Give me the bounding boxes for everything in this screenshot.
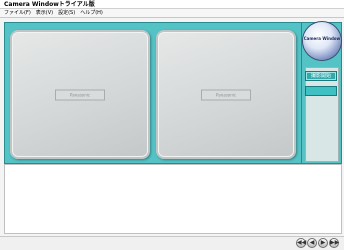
secondary-button[interactable] xyxy=(305,86,337,96)
menu-view[interactable]: 表示(V) xyxy=(36,9,53,17)
start-shooting-button[interactable]: 撮影開始 xyxy=(305,71,337,81)
thumbnail-area xyxy=(4,164,342,234)
panel-label-left: Panasonic xyxy=(55,89,105,100)
last-page-icon[interactable]: ▶▶ xyxy=(329,238,339,248)
menu-settings[interactable]: 設定(S) xyxy=(58,9,75,17)
window-title: Camera Windowトライアル版 xyxy=(0,0,344,9)
panel-label-right: Panasonic xyxy=(201,89,251,100)
camera-panel-right[interactable]: Panasonic xyxy=(156,30,296,159)
camera-workarea: Panasonic Panasonic xyxy=(4,22,302,164)
right-sidebar: Camera Window 撮影開始 xyxy=(302,22,342,164)
logo-text: Camera Window xyxy=(303,36,341,41)
camera-logo-icon: Camera Window xyxy=(303,22,341,60)
status-bar: ◀◀ ◀ ▶ ▶▶ xyxy=(0,236,344,250)
camera-panel-left[interactable]: Panasonic xyxy=(10,30,150,159)
menu-help[interactable]: ヘルプ(H) xyxy=(80,9,103,17)
next-page-icon[interactable]: ▶ xyxy=(318,238,328,248)
sidebar-lower-panel xyxy=(305,67,339,162)
menu-file[interactable]: ファイル(F) xyxy=(4,9,31,17)
first-page-icon[interactable]: ◀◀ xyxy=(296,238,306,248)
prev-page-icon[interactable]: ◀ xyxy=(307,238,317,248)
menu-bar: ファイル(F) 表示(V) 設定(S) ヘルプ(H) xyxy=(0,9,344,18)
